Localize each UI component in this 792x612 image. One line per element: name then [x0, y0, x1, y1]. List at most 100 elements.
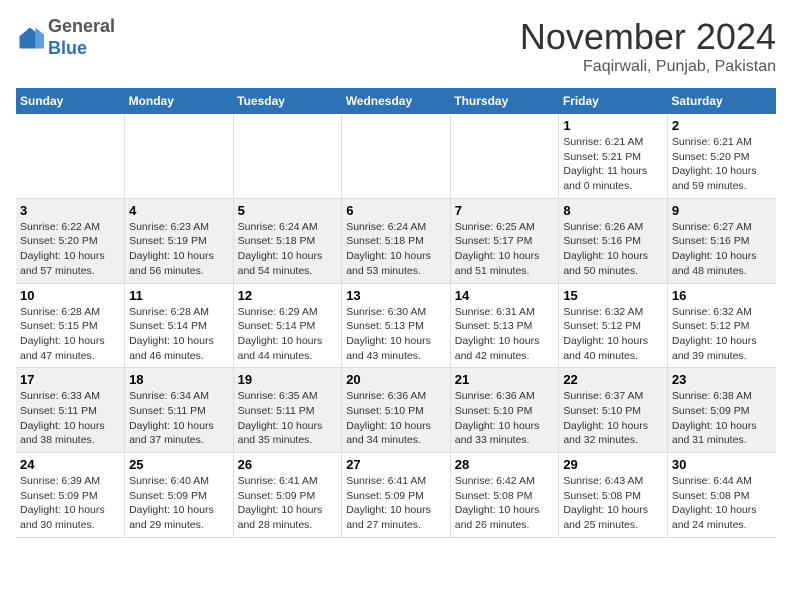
calendar-day-cell: 3 Sunrise: 6:22 AM Sunset: 5:20 PM Daylig… — [16, 198, 125, 283]
day-number: 8 — [563, 203, 663, 218]
day-number: 14 — [455, 288, 555, 303]
calendar-day-cell: 10 Sunrise: 6:28 AM Sunset: 5:15 PM Dayli… — [16, 283, 125, 368]
weekday-header: Wednesday — [342, 88, 451, 114]
day-info: Sunrise: 6:44 AM Sunset: 5:08 PM Dayligh… — [672, 474, 772, 533]
calendar-day-cell: 15 Sunrise: 6:32 AM Sunset: 5:12 PM Dayli… — [559, 283, 668, 368]
day-number: 23 — [672, 372, 772, 387]
day-number: 30 — [672, 457, 772, 472]
day-info: Sunrise: 6:21 AM Sunset: 5:20 PM Dayligh… — [672, 135, 772, 194]
day-info: Sunrise: 6:40 AM Sunset: 5:09 PM Dayligh… — [129, 474, 229, 533]
day-info: Sunrise: 6:21 AM Sunset: 5:21 PM Dayligh… — [563, 135, 663, 194]
calendar-day-cell: 21 Sunrise: 6:36 AM Sunset: 5:10 PM Dayli… — [450, 368, 559, 453]
day-info: Sunrise: 6:28 AM Sunset: 5:15 PM Dayligh… — [20, 305, 120, 364]
empty-day-cell — [16, 114, 125, 198]
page-header: General Blue November 2024 Faqirwali, Pu… — [16, 16, 776, 76]
title-area: November 2024 Faqirwali, Punjab, Pakista… — [520, 16, 776, 76]
day-info: Sunrise: 6:30 AM Sunset: 5:13 PM Dayligh… — [346, 305, 446, 364]
day-info: Sunrise: 6:22 AM Sunset: 5:20 PM Dayligh… — [20, 220, 120, 279]
day-number: 26 — [238, 457, 338, 472]
weekday-header: Sunday — [16, 88, 125, 114]
calendar-week-row: 1 Sunrise: 6:21 AM Sunset: 5:21 PM Daylig… — [16, 114, 776, 198]
day-info: Sunrise: 6:32 AM Sunset: 5:12 PM Dayligh… — [672, 305, 772, 364]
day-number: 9 — [672, 203, 772, 218]
day-info: Sunrise: 6:36 AM Sunset: 5:10 PM Dayligh… — [455, 389, 555, 448]
day-info: Sunrise: 6:25 AM Sunset: 5:17 PM Dayligh… — [455, 220, 555, 279]
calendar-day-cell: 1 Sunrise: 6:21 AM Sunset: 5:21 PM Daylig… — [559, 114, 668, 198]
calendar-day-cell: 25 Sunrise: 6:40 AM Sunset: 5:09 PM Dayli… — [125, 453, 234, 538]
weekday-header: Saturday — [667, 88, 776, 114]
calendar-day-cell: 13Sunrise: 6:30 AM Sunset: 5:13 PM Dayli… — [342, 283, 451, 368]
calendar-day-cell: 7 Sunrise: 6:25 AM Sunset: 5:17 PM Daylig… — [450, 198, 559, 283]
day-number: 18 — [129, 372, 229, 387]
day-info: Sunrise: 6:29 AM Sunset: 5:14 PM Dayligh… — [238, 305, 338, 364]
calendar-day-cell: 18Sunrise: 6:34 AM Sunset: 5:11 PM Dayli… — [125, 368, 234, 453]
empty-day-cell — [233, 114, 342, 198]
calendar-day-cell: 26 Sunrise: 6:41 AM Sunset: 5:09 PM Dayli… — [233, 453, 342, 538]
calendar-day-cell: 8Sunrise: 6:26 AM Sunset: 5:16 PM Daylig… — [559, 198, 668, 283]
day-number: 19 — [238, 372, 338, 387]
day-info: Sunrise: 6:41 AM Sunset: 5:09 PM Dayligh… — [238, 474, 338, 533]
calendar-day-cell: 24Sunrise: 6:39 AM Sunset: 5:09 PM Dayli… — [16, 453, 125, 538]
day-info: Sunrise: 6:28 AM Sunset: 5:14 PM Dayligh… — [129, 305, 229, 364]
weekday-header: Thursday — [450, 88, 559, 114]
day-info: Sunrise: 6:39 AM Sunset: 5:09 PM Dayligh… — [20, 474, 120, 533]
calendar-day-cell: 2 Sunrise: 6:21 AM Sunset: 5:20 PM Daylig… — [667, 114, 776, 198]
day-number: 3 — [20, 203, 120, 218]
logo-text: General Blue — [48, 16, 115, 59]
calendar-day-cell: 27Sunrise: 6:41 AM Sunset: 5:09 PM Dayli… — [342, 453, 451, 538]
day-number: 25 — [129, 457, 229, 472]
calendar-day-cell: 23 Sunrise: 6:38 AM Sunset: 5:09 PM Dayli… — [667, 368, 776, 453]
day-number: 22 — [563, 372, 663, 387]
location: Faqirwali, Punjab, Pakistan — [520, 58, 776, 76]
weekday-header: Tuesday — [233, 88, 342, 114]
day-number: 10 — [20, 288, 120, 303]
calendar-day-cell: 20 Sunrise: 6:36 AM Sunset: 5:10 PM Dayli… — [342, 368, 451, 453]
calendar-day-cell: 16Sunrise: 6:32 AM Sunset: 5:12 PM Dayli… — [667, 283, 776, 368]
day-number: 12 — [238, 288, 338, 303]
day-number: 6 — [346, 203, 446, 218]
calendar-week-row: 17Sunrise: 6:33 AM Sunset: 5:11 PM Dayli… — [16, 368, 776, 453]
day-number: 4 — [129, 203, 229, 218]
day-info: Sunrise: 6:24 AM Sunset: 5:18 PM Dayligh… — [346, 220, 446, 279]
day-info: Sunrise: 6:27 AM Sunset: 5:16 PM Dayligh… — [672, 220, 772, 279]
day-number: 1 — [563, 118, 663, 133]
day-info: Sunrise: 6:43 AM Sunset: 5:08 PM Dayligh… — [563, 474, 663, 533]
calendar-week-row: 3 Sunrise: 6:22 AM Sunset: 5:20 PM Daylig… — [16, 198, 776, 283]
day-number: 28 — [455, 457, 555, 472]
calendar-day-cell: 17Sunrise: 6:33 AM Sunset: 5:11 PM Dayli… — [16, 368, 125, 453]
day-info: Sunrise: 6:35 AM Sunset: 5:11 PM Dayligh… — [238, 389, 338, 448]
empty-day-cell — [125, 114, 234, 198]
calendar-week-row: 10 Sunrise: 6:28 AM Sunset: 5:15 PM Dayli… — [16, 283, 776, 368]
day-number: 20 — [346, 372, 446, 387]
day-info: Sunrise: 6:32 AM Sunset: 5:12 PM Dayligh… — [563, 305, 663, 364]
day-number: 7 — [455, 203, 555, 218]
calendar-day-cell: 22 Sunrise: 6:37 AM Sunset: 5:10 PM Dayli… — [559, 368, 668, 453]
day-info: Sunrise: 6:31 AM Sunset: 5:13 PM Dayligh… — [455, 305, 555, 364]
logo-blue: Blue — [48, 38, 115, 60]
day-number: 29 — [563, 457, 663, 472]
day-info: Sunrise: 6:37 AM Sunset: 5:10 PM Dayligh… — [563, 389, 663, 448]
day-number: 21 — [455, 372, 555, 387]
calendar-day-cell: 11Sunrise: 6:28 AM Sunset: 5:14 PM Dayli… — [125, 283, 234, 368]
logo-icon — [16, 24, 44, 52]
calendar-day-cell: 29 Sunrise: 6:43 AM Sunset: 5:08 PM Dayli… — [559, 453, 668, 538]
weekday-header-row: SundayMondayTuesdayWednesdayThursdayFrid… — [16, 88, 776, 114]
empty-day-cell — [342, 114, 451, 198]
day-number: 15 — [563, 288, 663, 303]
day-info: Sunrise: 6:33 AM Sunset: 5:11 PM Dayligh… — [20, 389, 120, 448]
day-info: Sunrise: 6:36 AM Sunset: 5:10 PM Dayligh… — [346, 389, 446, 448]
calendar-day-cell: 28Sunrise: 6:42 AM Sunset: 5:08 PM Dayli… — [450, 453, 559, 538]
calendar-day-cell: 14 Sunrise: 6:31 AM Sunset: 5:13 PM Dayli… — [450, 283, 559, 368]
calendar-day-cell: 12 Sunrise: 6:29 AM Sunset: 5:14 PM Dayli… — [233, 283, 342, 368]
calendar-day-cell: 9 Sunrise: 6:27 AM Sunset: 5:16 PM Daylig… — [667, 198, 776, 283]
calendar-table: SundayMondayTuesdayWednesdayThursdayFrid… — [16, 88, 776, 538]
day-info: Sunrise: 6:38 AM Sunset: 5:09 PM Dayligh… — [672, 389, 772, 448]
empty-day-cell — [450, 114, 559, 198]
day-info: Sunrise: 6:41 AM Sunset: 5:09 PM Dayligh… — [346, 474, 446, 533]
weekday-header: Monday — [125, 88, 234, 114]
day-number: 2 — [672, 118, 772, 133]
calendar-day-cell: 5Sunrise: 6:24 AM Sunset: 5:18 PM Daylig… — [233, 198, 342, 283]
month-title: November 2024 — [520, 16, 776, 58]
weekday-header: Friday — [559, 88, 668, 114]
calendar-day-cell: 6 Sunrise: 6:24 AM Sunset: 5:18 PM Daylig… — [342, 198, 451, 283]
